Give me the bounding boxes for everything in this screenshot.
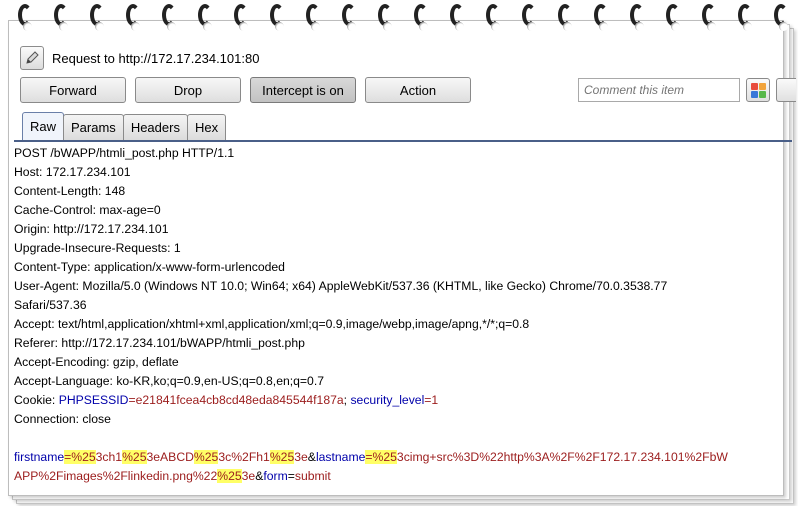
edit-request-button[interactable] xyxy=(20,46,44,70)
param-equals: = xyxy=(365,450,373,464)
cookie-value: 1 xyxy=(431,393,439,407)
header-line: Referer: http://172.17.234.101/bWAPP/htm… xyxy=(14,336,305,350)
cookie-label: Cookie: xyxy=(14,393,59,407)
spiral-ring xyxy=(90,2,110,32)
param-value: 3e xyxy=(241,469,256,483)
param-value: 3eABCD xyxy=(146,450,194,464)
intercept-toggle-button[interactable]: Intercept is on xyxy=(250,77,356,103)
spiral-ring xyxy=(558,2,578,32)
header-line: Content-Length: 148 xyxy=(14,184,126,198)
drop-button[interactable]: Drop xyxy=(135,77,241,103)
spiral-ring xyxy=(630,2,650,32)
spiral-ring xyxy=(162,2,182,32)
encoded-highlight: %25 xyxy=(71,450,96,464)
view-tabs: Raw Params Headers Hex xyxy=(22,112,227,140)
spiral-ring xyxy=(450,2,470,32)
spiral-binding xyxy=(0,0,798,34)
color-picker-icon xyxy=(751,83,758,90)
param-value: submit xyxy=(294,469,331,483)
tab-params[interactable]: Params xyxy=(63,114,124,140)
header-line: Host: 172.17.234.101 xyxy=(14,165,131,179)
action-button[interactable]: Action xyxy=(365,77,471,103)
param-name: form xyxy=(263,469,288,483)
encoded-highlight: %25 xyxy=(269,450,295,464)
request-titlebar: Request to http://172.17.234.101:80 xyxy=(20,46,259,70)
spiral-ring xyxy=(306,2,326,32)
param-value: 3cimg+src%3D%22http%3A%2F%2F172.17.234.1… xyxy=(396,450,728,464)
spiral-ring xyxy=(774,2,794,32)
spiral-ring xyxy=(738,2,758,32)
spiral-ring xyxy=(342,2,362,32)
spiral-ring xyxy=(18,2,38,32)
overflow-button[interactable] xyxy=(776,78,796,102)
color-picker-icon xyxy=(759,83,766,90)
encoded-highlight: %25 xyxy=(122,450,147,464)
param-value: 3c%2Fh1 xyxy=(218,450,270,464)
param-value: 3ch1 xyxy=(95,450,123,464)
color-picker-icon xyxy=(759,91,766,98)
header-line: Accept-Encoding: gzip, deflate xyxy=(14,355,179,369)
param-separator: = xyxy=(287,469,295,483)
param-name: firstname xyxy=(14,450,65,464)
param-name: lastname xyxy=(315,450,366,464)
pencil-icon xyxy=(26,51,39,64)
highlight-color-button[interactable] xyxy=(746,78,770,102)
color-picker-icon xyxy=(751,91,758,98)
encoded-highlight: %25 xyxy=(372,450,397,464)
body-line: firstname=%253ch1%253eABCD%253c%2Fh1%253… xyxy=(14,448,784,467)
header-line: Content-Type: application/x-www-form-url… xyxy=(14,260,285,274)
cookie-name: PHPSESSID xyxy=(58,393,129,407)
header-line: Origin: http://172.17.234.101 xyxy=(14,222,169,236)
header-line: Accept-Language: ko-KR,ko;q=0.9,en-US;q=… xyxy=(14,374,324,388)
param-separator: & xyxy=(307,450,316,464)
header-line: Accept: text/html,application/xhtml+xml,… xyxy=(14,317,530,331)
spiral-ring xyxy=(378,2,398,32)
header-line: Safari/537.36 xyxy=(14,298,87,312)
spiral-ring xyxy=(270,2,290,32)
intercept-panel: Request to http://172.17.234.101:80 Forw… xyxy=(12,42,796,490)
header-line: POST /bWAPP/htmli_post.php HTTP/1.1 xyxy=(14,146,235,160)
encoded-highlight: %25 xyxy=(193,450,219,464)
spiral-ring xyxy=(54,2,74,32)
header-line: Cache-Control: max-age=0 xyxy=(14,203,161,217)
spiral-ring xyxy=(126,2,146,32)
spiral-ring xyxy=(522,2,542,32)
spiral-ring xyxy=(198,2,218,32)
tab-hex[interactable]: Hex xyxy=(186,114,227,140)
header-line: User-Agent: Mozilla/5.0 (Windows NT 10.0… xyxy=(14,279,668,293)
tab-headers[interactable]: Headers xyxy=(122,114,188,140)
comment-input[interactable] xyxy=(578,78,740,102)
cookie-header: Cookie: PHPSESSID=e21841fcea4cb8cd48eda8… xyxy=(14,391,784,410)
encoded-highlight: %25 xyxy=(217,469,242,483)
cookie-equals: = xyxy=(128,393,136,407)
raw-request-editor[interactable]: POST /bWAPP/htmli_post.php HTTP/1.1 Host:… xyxy=(14,144,784,484)
body-line: APP%2Fimages%2Flinkedin.png%22%253e&form… xyxy=(14,467,784,484)
param-value: APP%2Fimages%2Flinkedin.png%22 xyxy=(14,469,218,483)
param-value: 3e xyxy=(294,450,308,464)
header-line: Upgrade-Insecure-Requests: 1 xyxy=(14,241,181,255)
request-title: Request to http://172.17.234.101:80 xyxy=(52,50,260,66)
spiral-ring xyxy=(666,2,686,32)
spiral-ring xyxy=(594,2,614,32)
forward-button[interactable]: Forward xyxy=(20,77,126,103)
spiral-ring xyxy=(486,2,506,32)
spiral-ring xyxy=(234,2,254,32)
spiral-ring xyxy=(702,2,722,32)
spiral-ring xyxy=(414,2,434,32)
header-line: Connection: close xyxy=(14,412,111,426)
cookie-name: security_level xyxy=(350,393,425,407)
tab-raw[interactable]: Raw xyxy=(22,112,65,140)
tab-divider xyxy=(14,140,792,142)
cookie-value: e21841fcea4cb8cd48eda845544f187a xyxy=(135,393,344,407)
